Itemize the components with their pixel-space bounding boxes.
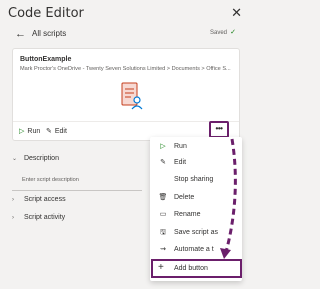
saved-status: Saved: [209, 30, 227, 36]
menu-item-delete[interactable]: 🗑 Delete: [150, 191, 242, 205]
panel-title: Code Editor: [8, 6, 84, 21]
script-card: ButtonExample Mark Proctor's OneDrive - …: [12, 48, 240, 141]
menu-item-label: Rename: [174, 211, 201, 218]
chevron-right-icon: ›: [12, 197, 14, 203]
automate-icon: ⇝: [160, 246, 166, 253]
menu-item-automate[interactable]: ⇝ Automate a t: [150, 243, 242, 257]
menu-item-label: Edit: [174, 159, 187, 166]
chevron-right-icon: ›: [12, 215, 14, 221]
script-access-section[interactable]: › Script access: [12, 196, 66, 203]
menu-item-label: Add button: [174, 265, 208, 272]
edit-icon: ✎: [46, 128, 52, 135]
close-icon[interactable]: ✕: [231, 5, 242, 21]
run-button[interactable]: ▷ Run: [19, 127, 41, 136]
script-access-label: Script access: [23, 196, 66, 203]
back-arrow-icon[interactable]: ←: [15, 28, 26, 40]
menu-item-label: Automate a t: [174, 246, 214, 253]
description-input[interactable]: Enter script description: [22, 177, 79, 183]
script-document-icon: [121, 82, 143, 110]
menu-item-label: Stop sharing: [174, 176, 214, 183]
nav-row: ← All scripts Saved ✓: [15, 28, 240, 42]
all-scripts-title: All scripts: [32, 29, 67, 38]
menu-item-rename[interactable]: ▭ Rename: [150, 208, 242, 222]
more-options-button[interactable]: •••: [209, 121, 229, 138]
menu-item-save-as[interactable]: 🖫 Save script as: [150, 226, 242, 240]
play-icon: ▷: [19, 128, 25, 135]
menu-item-edit[interactable]: ✎ Edit: [150, 156, 242, 170]
run-label: Run: [27, 127, 41, 135]
menu-item-label: Run: [174, 143, 187, 150]
menu-item-add-button[interactable]: + Add button: [151, 259, 242, 278]
edit-button[interactable]: ✎ Edit: [46, 127, 67, 136]
edit-icon: ✎: [160, 159, 166, 166]
delete-icon: 🗑: [158, 194, 168, 201]
menu-item-label: Save script as: [174, 229, 218, 236]
description-label: Description: [23, 155, 59, 162]
menu-item-stop-sharing[interactable]: Stop sharing: [150, 173, 242, 187]
check-icon: ✓: [230, 29, 236, 36]
description-underline: [12, 190, 142, 191]
script-activity-label: Script activity: [23, 214, 66, 221]
card-divider: [13, 121, 239, 122]
play-icon: ▷: [160, 143, 166, 150]
description-section[interactable]: ⌄ Description: [12, 155, 59, 162]
menu-item-run[interactable]: ▷ Run: [150, 140, 242, 154]
script-path: Mark Proctor's OneDrive - Twenty Seven S…: [20, 66, 231, 72]
rename-icon: ▭: [159, 211, 167, 218]
menu-item-label: Delete: [174, 194, 195, 201]
script-activity-section[interactable]: › Script activity: [12, 214, 65, 221]
save-as-icon: 🖫: [160, 229, 166, 236]
edit-label: Edit: [54, 127, 67, 135]
script-name: ButtonExample: [20, 56, 72, 63]
plus-icon: +: [158, 262, 164, 273]
chevron-down-icon: ⌄: [12, 156, 18, 162]
